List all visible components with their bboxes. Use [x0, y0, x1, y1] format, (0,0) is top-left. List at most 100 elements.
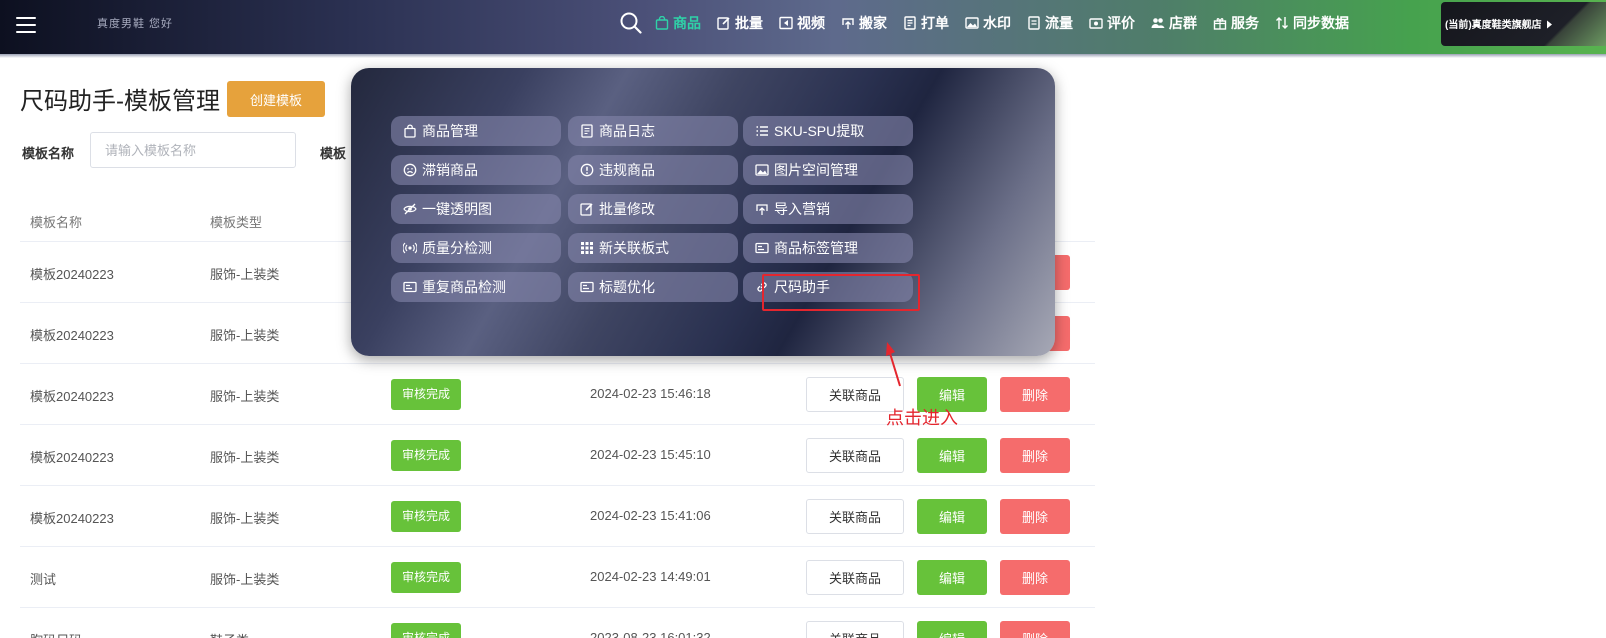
table-row: 胸码尺码 鞋子类 审核完成 2023-08-23 16:01:32 关联商品编辑删除: [20, 608, 1095, 638]
edit-button[interactable]: 编辑: [917, 438, 987, 473]
timestamp-cell: 2024-02-23 15:46:18: [590, 386, 711, 401]
template-name-input[interactable]: [90, 132, 296, 168]
menu-item-9[interactable]: 导入营销: [743, 194, 913, 224]
nav-label: 店群: [1169, 15, 1197, 31]
menu-item-label: 滞销商品: [422, 162, 478, 178]
template-name-cell: 模板20240223: [30, 511, 114, 526]
edit-icon: [717, 17, 730, 30]
edit-icon: [580, 203, 593, 216]
nav-item-store-group[interactable]: 店群: [1151, 13, 1197, 33]
status-badge: 审核完成: [391, 440, 462, 471]
check-doc-icon: [403, 281, 417, 293]
table-row: 模板20240223 服饰-上装类 审核完成 2024-02-23 15:41:06 关…: [20, 486, 1095, 547]
column-header-name: 模板名称: [30, 215, 83, 230]
menu-item-11[interactable]: 新关联板式: [568, 233, 738, 263]
menu-item-10[interactable]: 质量分检测: [391, 233, 561, 263]
nav-item-review[interactable]: 评价: [1089, 13, 1135, 33]
edit-button[interactable]: 编辑: [917, 560, 987, 595]
menu-item-label: 重复商品检测: [422, 279, 506, 295]
alert-icon: [580, 163, 594, 177]
users-icon: [1151, 18, 1165, 28]
column-header-type: 模板类型: [210, 215, 263, 230]
nav-item-move[interactable]: 搬家: [841, 13, 887, 33]
nav-item-watermark[interactable]: 水印: [965, 13, 1011, 33]
link-products-button[interactable]: 关联商品: [806, 438, 904, 473]
menu-item-label: 导入营销: [774, 201, 830, 217]
template-name-cell: 模板20240223: [30, 267, 114, 282]
sync-icon: [1276, 17, 1288, 29]
template-type-cell: 服饰-上装类: [210, 328, 280, 343]
nav-item-batch[interactable]: 批量: [717, 13, 763, 33]
nav-item-service[interactable]: 服务: [1213, 13, 1259, 33]
nav-item-print[interactable]: 打单: [903, 13, 949, 33]
grid-icon: [581, 242, 593, 254]
size-assistant-highlight-box: [762, 274, 920, 311]
nav-label: 商品: [673, 15, 701, 31]
menu-item-label: 一键透明图: [422, 201, 492, 217]
search-icon[interactable]: [620, 12, 642, 34]
template-type-cell: 服饰-上装类: [210, 389, 280, 404]
delete-button[interactable]: 删除: [1000, 560, 1070, 595]
menu-item-8[interactable]: 批量修改: [568, 194, 738, 224]
menu-item-label: SKU-SPU提取: [774, 123, 865, 139]
menu-item-1[interactable]: 商品管理: [391, 116, 561, 146]
title-icon: [580, 281, 594, 293]
delete-button[interactable]: 删除: [1000, 621, 1070, 638]
review-icon: [1089, 18, 1103, 29]
table-row: 测试 服饰-上装类 审核完成 2024-02-23 14:49:01 关联商品 编辑 删除: [20, 547, 1095, 608]
template-type-cell: 服饰-上装类: [210, 450, 280, 465]
menu-item-6[interactable]: 图片空间管理: [743, 155, 913, 185]
nav-label: 搬家: [859, 15, 887, 31]
menu-item-label: 质量分检测: [422, 240, 492, 256]
store-name: (当前)真度鞋类旗舰店: [1445, 20, 1542, 31]
status-badge: 审核完成: [391, 379, 462, 410]
template-type-cell: 服饰-上装类: [210, 511, 280, 526]
delete-button[interactable]: 删除: [1000, 377, 1070, 412]
timestamp-cell: 2024-02-23 15:45:10: [590, 447, 711, 462]
template-filter-label: 模板: [320, 146, 347, 161]
list-icon: [756, 126, 768, 136]
status-badge: 审核完成: [391, 562, 462, 593]
template-name-cell: 模板20240223: [30, 450, 114, 465]
page-title: 尺码助手-模板管理: [20, 88, 220, 115]
nav-label: 服务: [1231, 15, 1259, 31]
timestamp-cell: 2024-02-23 15:41:06: [590, 508, 711, 523]
delete-button[interactable]: 删除: [1000, 438, 1070, 473]
nav-item-sync-data[interactable]: 同步数据: [1275, 13, 1349, 33]
delete-button[interactable]: 删除: [1000, 499, 1070, 534]
edit-button[interactable]: 编辑: [917, 499, 987, 534]
nav-item-video[interactable]: 视频: [779, 13, 825, 33]
image-icon: [755, 164, 769, 176]
menu-item-3[interactable]: SKU-SPU提取: [743, 116, 913, 146]
menu-item-14[interactable]: 标题优化: [568, 272, 738, 302]
menu-item-5[interactable]: 违规商品: [568, 155, 738, 185]
link-products-button[interactable]: 关联商品: [806, 560, 904, 595]
hamburger-menu-icon[interactable]: [16, 17, 36, 33]
link-products-button[interactable]: 关联商品: [806, 499, 904, 534]
tag-icon: [755, 242, 769, 254]
edit-button[interactable]: 编辑: [917, 621, 987, 638]
create-template-button[interactable]: 创建模板: [227, 81, 325, 117]
menu-item-label: 违规商品: [599, 162, 655, 178]
nav-item-products[interactable]: 商品: [655, 13, 701, 33]
annotation-arrow-icon: [886, 342, 901, 387]
menu-item-2[interactable]: 商品日志: [568, 116, 738, 146]
frown-icon: [403, 163, 417, 177]
menu-item-7[interactable]: 一键透明图: [391, 194, 561, 224]
gift-icon: [1213, 18, 1227, 30]
bag-icon: [404, 124, 416, 138]
menu-item-12[interactable]: 商品标签管理: [743, 233, 913, 263]
nav-label: 批量: [735, 15, 763, 31]
current-store-selector[interactable]: (当前)真度鞋类旗舰店: [1441, 2, 1606, 46]
menu-item-4[interactable]: 滞销商品: [391, 155, 561, 185]
menu-item-label: 商品标签管理: [774, 240, 858, 256]
menu-item-13[interactable]: 重复商品检测: [391, 272, 561, 302]
status-badge: 审核完成: [391, 501, 462, 532]
template-name-cell: 模板20240223: [30, 389, 114, 404]
nav-label: 评价: [1107, 15, 1135, 31]
nav-item-traffic[interactable]: 流量: [1027, 13, 1073, 33]
caret-right-icon: [1547, 20, 1553, 29]
nav-label: 流量: [1045, 15, 1073, 31]
link-products-button[interactable]: 关联商品: [806, 621, 904, 638]
menu-item-label: 批量修改: [599, 201, 655, 217]
